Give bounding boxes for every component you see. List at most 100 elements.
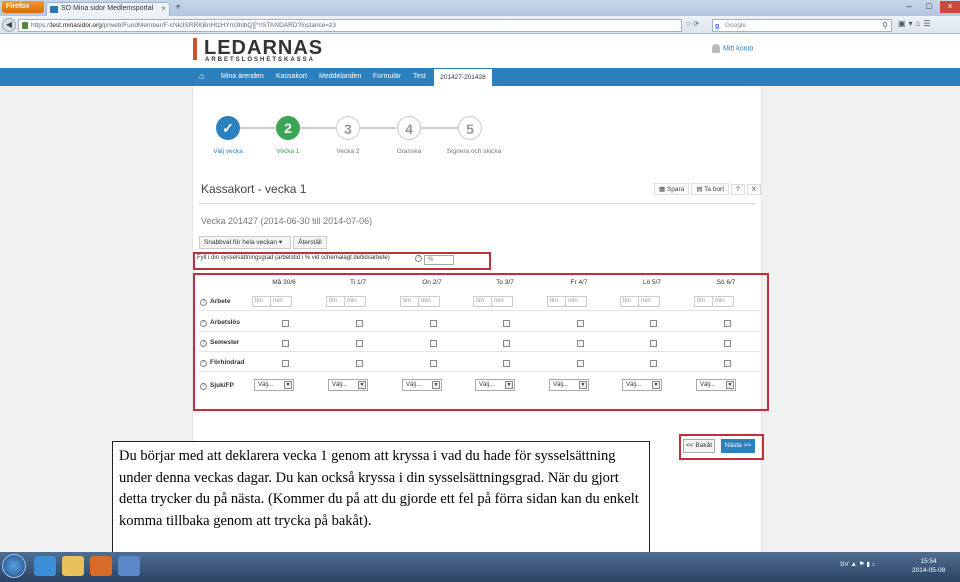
search-field[interactable]: g Google ⚲ [712,19,892,32]
sick-select[interactable]: Välj... ▼ [475,379,515,391]
employment-rate-label: Fyll i din sysselsättningsgrad (arbetsti… [197,255,390,261]
nav-item-kassakort[interactable]: Kassakort [276,68,307,86]
step-1-done[interactable]: ✓ [216,116,240,140]
delete-button[interactable]: ▤ Ta bort [691,183,730,195]
sick-select[interactable]: Välj... ▼ [254,379,294,391]
help-icon[interactable]: ? [415,255,422,262]
chevron-down-icon: ▼ [432,381,440,389]
day-checkbox[interactable] [503,340,510,347]
day-checkbox[interactable] [430,340,437,347]
help-icon[interactable]: ? [200,320,207,327]
day-checkbox[interactable] [577,320,584,327]
firefox-menu-button[interactable]: Firefox [2,1,44,13]
day-checkbox[interactable] [724,340,731,347]
url-field[interactable]: https://test.minasidor.org/prweb/FundMem… [18,19,682,32]
help-icon[interactable]: ? [200,360,207,367]
close-button[interactable]: X [746,184,761,195]
sick-select[interactable]: Välj... ▼ [549,379,589,391]
minimize-icon[interactable]: – [900,1,918,13]
help-icon[interactable]: ? [200,340,207,347]
quick-select-label: Snabbval för hela veckan [204,239,277,246]
ie-icon[interactable] [34,556,56,576]
day-checkbox[interactable] [356,320,363,327]
quick-select-dropdown[interactable]: Snabbval för hela veckan ▾ [199,236,291,249]
maximize-icon[interactable]: □ [920,1,938,13]
row-divider [198,351,760,352]
row-divider [198,331,760,332]
app-icon[interactable] [118,556,140,576]
my-account-link[interactable]: Mitt konto [712,44,753,53]
help-icon[interactable]: ? [200,383,207,390]
nav-item-test[interactable]: Test [413,68,426,86]
nav-item-formular[interactable]: Formulär [373,68,401,86]
day-checkbox[interactable] [650,320,657,327]
firefox-icon[interactable] [90,556,112,576]
folder-icon[interactable] [62,556,84,576]
sick-select-value: Välj... [258,382,274,388]
day-checkbox[interactable] [650,360,657,367]
day-checkbox[interactable] [503,320,510,327]
day-checkbox[interactable] [282,340,289,347]
step-3-label: Vecka 2 [336,148,360,155]
back-arrow-icon[interactable]: ◀ [2,18,16,32]
day-checkbox[interactable] [503,360,510,367]
chevron-down-icon: ▼ [652,381,660,389]
sick-select[interactable]: Välj... ▼ [402,379,442,391]
day-header: Lö 5/7 [642,279,662,286]
day-header: To 3/7 [496,279,514,286]
reset-button[interactable]: Återställ [293,236,327,249]
sick-select[interactable]: Välj... ▼ [328,379,368,391]
window-close-icon[interactable]: × [940,1,960,13]
browser-tab[interactable]: SO Mina sidor Medlemsportal × [46,2,170,16]
reload-icon[interactable]: ☆ ⟳ [685,20,707,28]
employment-rate-input[interactable]: % [424,255,454,265]
help-button[interactable]: ? [731,184,745,195]
tab-close-icon[interactable]: × [161,3,166,15]
day-checkbox[interactable] [724,360,731,367]
day-checkbox[interactable] [577,340,584,347]
day-checkbox[interactable] [282,360,289,367]
next-button[interactable]: Nästa >> [721,439,755,453]
lock-icon [22,22,28,29]
help-icon[interactable]: ? [200,299,207,306]
my-account-label: Mitt konto [723,45,754,53]
home-icon[interactable]: ⌂ [199,71,204,81]
sick-select[interactable]: Välj... ▼ [622,379,662,391]
toolbar-icons[interactable]: ▣▾⌂☰ [898,19,958,28]
back-button[interactable]: << Bakåt [683,439,715,453]
clock[interactable]: 15:54 2014-05-08 [912,557,945,575]
minutes-input[interactable]: min [491,296,513,307]
day-checkbox[interactable] [430,360,437,367]
chevron-down-icon: ▼ [358,381,366,389]
save-button[interactable]: ▦ Spara [654,183,690,195]
search-icon[interactable]: ⚲ [882,20,888,31]
nav-item-mina-arenden[interactable]: Mina ärenden [221,68,264,86]
chevron-down-icon: ▼ [505,381,513,389]
day-checkbox[interactable] [650,340,657,347]
minutes-input[interactable]: min [418,296,440,307]
day-checkbox[interactable] [282,320,289,327]
minutes-input[interactable]: min [344,296,366,307]
step-connector [360,127,396,129]
minutes-input[interactable]: min [712,296,734,307]
day-checkbox[interactable] [724,320,731,327]
start-button-icon[interactable] [2,554,26,578]
new-tab-icon[interactable]: + [172,3,184,14]
minutes-input[interactable]: min [638,296,660,307]
nav-item-meddelanden[interactable]: Meddelanden [319,68,361,86]
system-tray[interactable]: SV ▲ ⚑ ▮ ♪ [840,560,875,568]
delete-label: Ta bort [704,186,725,193]
minutes-input[interactable]: min [565,296,587,307]
row-divider [198,310,760,311]
minutes-input[interactable]: min [270,296,292,307]
nav-item-active-period[interactable]: 201427-201428 [434,69,492,86]
day-checkbox[interactable] [356,360,363,367]
step-connector [421,127,458,129]
sick-select-value: Välj... [700,382,716,388]
day-checkbox[interactable] [356,340,363,347]
sick-select-value: Välj... [406,382,422,388]
sick-select[interactable]: Välj... ▼ [696,379,736,391]
step-2-current[interactable]: 2 [276,116,300,140]
day-checkbox[interactable] [577,360,584,367]
day-checkbox[interactable] [430,320,437,327]
